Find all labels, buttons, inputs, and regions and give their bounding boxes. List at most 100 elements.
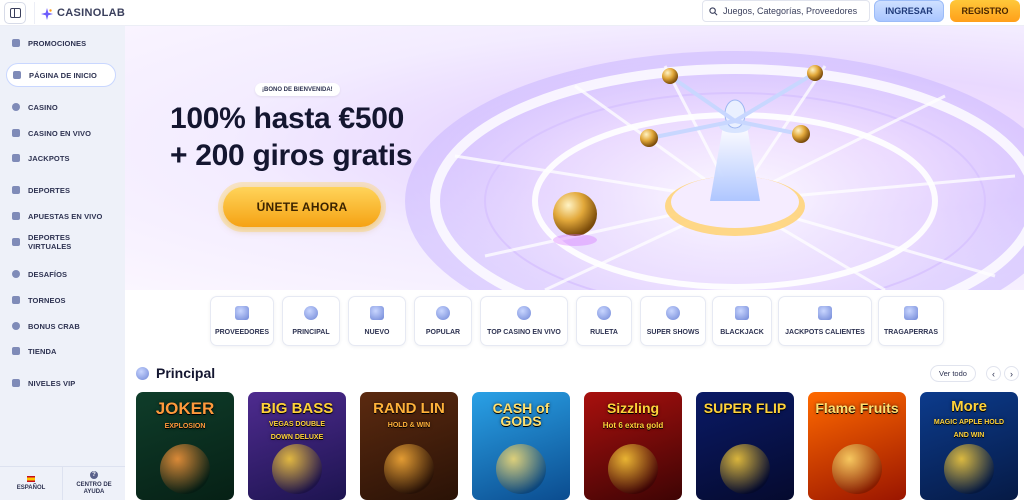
carousel-prev-button[interactable]: ‹ — [986, 366, 1001, 381]
vip-icon — [12, 379, 20, 387]
category-new[interactable]: NUEVO — [348, 296, 406, 346]
sidebar-item-virtual-sports[interactable]: DEPORTES VIRTUALES — [6, 231, 116, 253]
sidebar-item-label: DEPORTES VIRTUALES — [28, 233, 71, 251]
logo-text: CASINOLAB — [57, 6, 126, 19]
game-title: More — [951, 398, 987, 415]
category-label: NUEVO — [364, 329, 390, 336]
game-subtitle: MAGIC APPLE HOLD AND WIN — [933, 419, 1005, 439]
category-blackjack[interactable]: BLACKJACK — [712, 296, 772, 346]
sidebar-item-vip-levels[interactable]: NIVELES VIP — [6, 372, 116, 394]
live-bets-icon — [12, 212, 20, 220]
category-label: TOP CASINO EN VIVO — [487, 329, 561, 336]
sidebar-item-promotions[interactable]: PROMOCIONES — [6, 32, 116, 54]
hero-banner[interactable]: ¡BONO DE BIENVENIDA! 100% hasta €500 + 2… — [125, 26, 1024, 290]
help-center-link[interactable]: ? CENTRO DE AYUDA — [62, 467, 125, 500]
game-card[interactable]: Sizzling Hot 6 extra gold — [584, 392, 682, 500]
game-artwork — [720, 444, 770, 494]
category-popular[interactable]: POPULAR — [414, 296, 472, 346]
game-card[interactable]: BIG BASS VEGAS DOUBLE DOWN DELUXE — [248, 392, 346, 500]
hot-jackpot-icon — [818, 306, 832, 320]
sidebar-toggle-button[interactable] — [4, 1, 26, 24]
game-title: CASH of GODS — [492, 400, 550, 429]
home-icon — [13, 71, 21, 79]
filter-icon — [235, 306, 249, 320]
category-hot-jackpots[interactable]: JACKPOTS CALIENTES — [778, 296, 872, 346]
game-artwork — [832, 444, 882, 494]
hero-title: 100% hasta €500 + 200 giros gratis — [170, 100, 413, 174]
game-card[interactable]: JOKER EXPLOSION — [136, 392, 234, 500]
category-super-shows[interactable]: SUPER SHOWS — [640, 296, 706, 346]
sidebar-footer: ESPAÑOL ? CENTRO DE AYUDA — [0, 466, 125, 500]
category-roulette[interactable]: RULETA — [576, 296, 632, 346]
sidebar-toggle-icon — [9, 7, 21, 18]
help-label-line2: AYUDA — [83, 489, 105, 495]
category-providers[interactable]: PROVEEDORES — [210, 296, 274, 346]
game-card[interactable]: RAND LIN HOLD & WIN — [360, 392, 458, 500]
category-label: RULETA — [590, 329, 618, 336]
top-bar: CASINOLAB Juegos, Categorías, Proveedore… — [0, 0, 1024, 26]
hero-title-line2: + 200 giros gratis — [170, 139, 413, 172]
sidebar-item-live-bets[interactable]: APUESTAS EN VIVO — [6, 205, 116, 227]
game-title: BIG BASS — [260, 400, 334, 417]
sidebar-item-label-line2: VIRTUALES — [28, 242, 72, 251]
game-artwork — [496, 444, 546, 494]
carousel-next-button[interactable]: › — [1004, 366, 1019, 381]
sidebar-item-label-line1: DEPORTES — [28, 233, 71, 242]
sidebar-item-home[interactable]: PÁGINA DE INICIO — [6, 63, 116, 87]
help-label-line1: CENTRO DE — [76, 482, 112, 488]
category-label: PRINCIPAL — [292, 329, 330, 336]
game-title: SUPER FLIP — [703, 400, 787, 416]
new-icon — [370, 306, 384, 320]
category-label: JACKPOTS CALIENTES — [785, 329, 865, 336]
promotions-icon — [12, 39, 20, 47]
game-card[interactable]: CASH of GODS — [472, 392, 570, 500]
game-subtitle: HOLD & WIN — [387, 422, 431, 429]
sidebar-item-casino[interactable]: CASINO — [6, 96, 116, 118]
game-card[interactable]: More MAGIC APPLE HOLD AND WIN — [920, 392, 1018, 500]
help-label: CENTRO DE AYUDA — [76, 482, 111, 496]
sidebar-item-label: PÁGINA DE INICIO — [29, 70, 97, 80]
sidebar-item-label: PROMOCIONES — [28, 38, 87, 48]
sidebar-item-challenges[interactable]: DESAFÍOS — [6, 263, 116, 285]
chevron-left-icon: ‹ — [992, 368, 995, 379]
game-artwork — [384, 444, 434, 494]
virtual-sports-icon — [12, 238, 20, 246]
logo-star-icon — [41, 7, 53, 20]
game-card[interactable]: Flame Fruits — [808, 392, 906, 500]
hero-title-line1: 100% hasta €500 — [170, 102, 405, 135]
help-icon: ? — [90, 471, 98, 479]
slot-machine-icon — [904, 306, 918, 320]
sidebar-item-sports[interactable]: DEPORTES — [6, 179, 116, 201]
login-button[interactable]: INGRESAR — [874, 0, 944, 22]
shop-icon — [12, 347, 20, 355]
search-placeholder: Juegos, Categorías, Proveedores — [723, 6, 858, 16]
sidebar-item-label: DEPORTES — [28, 185, 71, 195]
casino-icon — [12, 103, 20, 111]
game-title: Flame Fruits — [815, 400, 899, 416]
sidebar-item-label: NIVELES VIP — [28, 378, 76, 388]
game-subtitle: Hot 6 extra gold — [602, 421, 664, 430]
game-artwork — [272, 444, 322, 494]
category-main[interactable]: PRINCIPAL — [282, 296, 340, 346]
section-star-icon — [136, 367, 149, 380]
register-button[interactable]: REGISTRO — [950, 0, 1020, 22]
game-title: JOKER — [155, 399, 215, 418]
category-top-live-casino[interactable]: TOP CASINO EN VIVO — [480, 296, 568, 346]
sidebar-item-live-casino[interactable]: CASINO EN VIVO — [6, 122, 116, 144]
logo[interactable]: CASINOLAB — [34, 1, 131, 24]
sidebar-item-label: JACKPOTS — [28, 153, 70, 163]
category-label: BLACKJACK — [720, 329, 764, 336]
join-now-button[interactable]: ÚNETE AHORA — [223, 187, 381, 227]
search-input[interactable]: Juegos, Categorías, Proveedores — [702, 0, 870, 22]
game-card[interactable]: SUPER FLIP — [696, 392, 794, 500]
game-title: RAND LIN — [373, 400, 445, 417]
category-slots[interactable]: TRAGAPERRAS — [878, 296, 944, 346]
cards-icon — [735, 306, 749, 320]
search-icon — [709, 6, 718, 15]
language-selector[interactable]: ESPAÑOL — [0, 467, 62, 500]
game-title: Sizzling — [606, 400, 660, 416]
challenges-icon — [12, 270, 20, 278]
category-label: TRAGAPERRAS — [883, 329, 939, 336]
sidebar-item-jackpots[interactable]: JACKPOTS — [6, 147, 116, 169]
see-all-button[interactable]: Ver todo — [930, 365, 976, 382]
